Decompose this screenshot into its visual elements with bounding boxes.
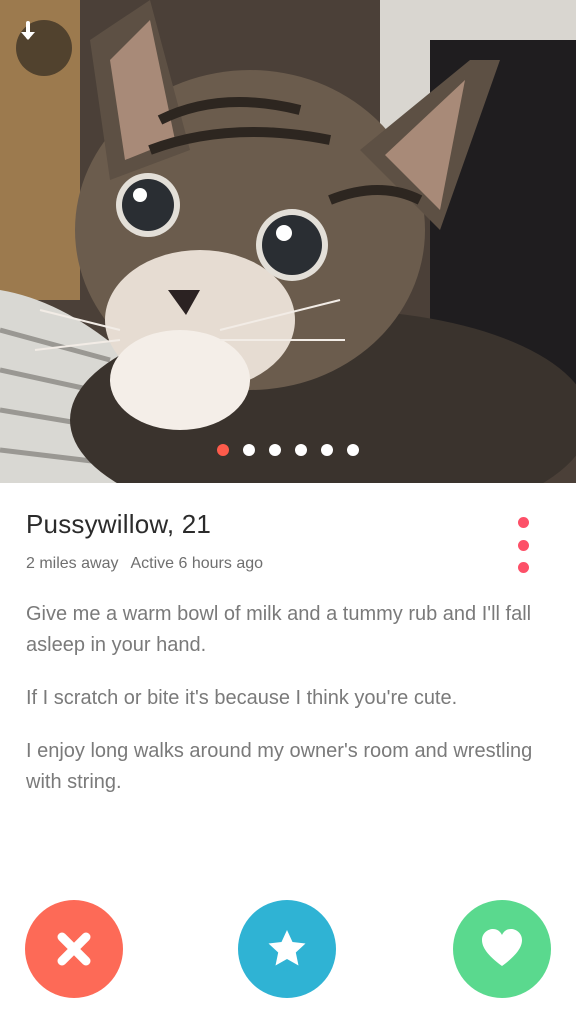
star-icon xyxy=(268,930,306,972)
bio-paragraph: Give me a warm bowl of milk and a tummy … xyxy=(26,603,532,656)
like-button[interactable] xyxy=(453,900,551,998)
pagination-dot[interactable] xyxy=(321,444,333,456)
profile-photo[interactable] xyxy=(0,0,576,483)
more-vertical-icon xyxy=(517,539,529,551)
pagination-dot[interactable] xyxy=(269,444,281,456)
pagination-dot[interactable] xyxy=(243,444,255,456)
pagination-dot[interactable] xyxy=(295,444,307,456)
close-icon xyxy=(57,932,91,966)
collapse-profile-button[interactable] xyxy=(16,20,72,76)
active-label: Active 6 hours ago xyxy=(130,555,264,572)
super-like-button[interactable] xyxy=(238,900,336,998)
profile-bio: Give me a warm bowl of milk and a tummy … xyxy=(26,599,546,820)
action-bar xyxy=(0,900,576,1000)
bio-paragraph: If I scratch or bite it's because I thin… xyxy=(26,687,458,709)
profile-name-age: Pussywillow, 21 xyxy=(26,509,212,539)
pagination-dot[interactable] xyxy=(347,444,359,456)
distance-label: 2 miles away xyxy=(26,555,119,572)
more-options-button[interactable] xyxy=(508,517,538,573)
profile-meta: 2 miles away Active 6 hours ago xyxy=(26,555,263,573)
bio-paragraph: I enjoy long walks around my owner's roo… xyxy=(26,740,533,793)
more-vertical-icon xyxy=(517,562,529,573)
heart-icon xyxy=(482,929,522,966)
nope-button[interactable] xyxy=(25,900,123,998)
photo-pagination xyxy=(0,444,576,456)
pagination-dot-active[interactable] xyxy=(217,444,229,456)
arrow-down-icon xyxy=(21,21,35,40)
more-vertical-icon xyxy=(517,517,529,528)
kitten-image xyxy=(0,0,576,483)
